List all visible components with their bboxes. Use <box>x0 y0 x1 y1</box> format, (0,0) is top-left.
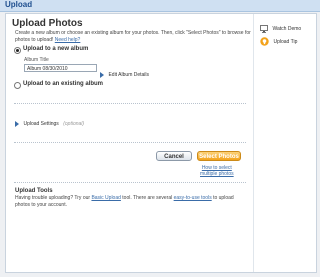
intro-body: Create a new album or choose an existing… <box>15 30 251 43</box>
expand-arrow-icon <box>15 120 19 127</box>
upload-settings-toggle[interactable]: Upload Settings (optional) <box>15 115 84 133</box>
tools-text-2: tool. There are several <box>122 195 173 201</box>
intro-text: Create a new album or choose an existing… <box>15 30 251 44</box>
new-album-radio[interactable] <box>14 47 21 54</box>
expand-arrow-icon <box>100 71 104 78</box>
how-to-select-link[interactable]: How to select multiple photos <box>200 165 234 177</box>
upload-tip-link[interactable]: Upload Tip <box>260 33 297 51</box>
monitor-icon <box>260 24 268 33</box>
divider <box>14 142 246 143</box>
header-bar: Upload <box>0 0 320 12</box>
upload-panel: Upload Photos Create a new album or choo… <box>5 13 317 273</box>
watch-demo-label: Watch Demo <box>272 25 302 32</box>
divider <box>14 182 246 183</box>
select-photos-button[interactable]: Select Photos <box>197 151 241 161</box>
existing-album-radio[interactable] <box>14 82 21 89</box>
main-content: Upload Photos Create a new album or choo… <box>6 14 252 272</box>
new-album-label[interactable]: Upload to a new album <box>23 46 88 52</box>
tools-text-1: Having trouble uploading? Try our <box>15 195 91 201</box>
album-title-input[interactable]: Album 08/30/2010 <box>24 64 97 72</box>
cancel-button[interactable]: Cancel <box>156 151 192 161</box>
album-title-label: Album Title <box>24 57 49 63</box>
upload-tools-title: Upload Tools <box>15 188 53 194</box>
basic-upload-link[interactable]: Basic Upload <box>91 195 120 201</box>
app-title: Upload <box>5 0 33 9</box>
edit-album-details-label: Edit Album Details <box>108 71 150 78</box>
edit-album-details[interactable]: Edit Album Details <box>100 66 149 84</box>
upload-settings-label: Upload Settings <box>23 120 59 127</box>
page-title: Upload Photos <box>12 18 83 29</box>
upload-tip-label: Upload Tip <box>273 38 298 45</box>
lightbulb-icon <box>260 37 269 46</box>
easy-tools-link[interactable]: easy-to-use tools <box>174 195 212 201</box>
existing-album-label[interactable]: Upload to an existing album <box>23 81 103 87</box>
upload-tools-text: Having trouble uploading? Try our Basic … <box>15 195 249 209</box>
optional-label: (optional) <box>63 120 85 127</box>
help-sidebar: Watch Demo Upload Tip <box>253 14 317 272</box>
need-help-link[interactable]: Need help? <box>55 37 81 43</box>
divider <box>14 103 246 104</box>
how-to-select-line-2: multiple photos <box>200 171 234 177</box>
